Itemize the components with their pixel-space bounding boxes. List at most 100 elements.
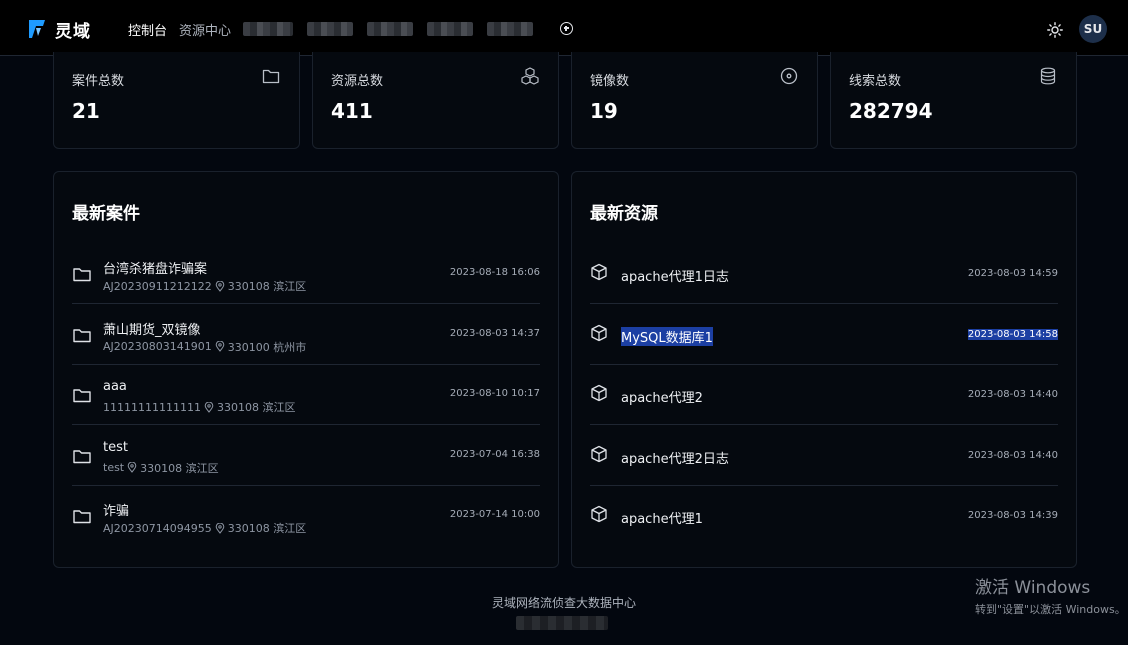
case-id: AJ20230803141901	[103, 340, 212, 353]
stat-label: 镜像数	[590, 74, 630, 89]
case-id: 11111111111111	[103, 400, 201, 414]
resource-time: 2023-08-03 14:40	[967, 449, 1058, 461]
case-id: AJ20230714094955	[103, 521, 212, 535]
case-name: 诈骗	[103, 504, 130, 519]
cube-icon	[591, 324, 607, 341]
resource-row[interactable]: apache代理1 2023-08-03 14:39	[590, 486, 1058, 546]
watermark-subtitle: 转到"设置"以激活 Windows。	[975, 603, 1126, 616]
resource-time: 2023-08-03 14:58	[967, 328, 1058, 340]
case-name: 萧山期货_双镜像	[103, 322, 201, 338]
resource-name: apache代理1	[621, 512, 703, 527]
top-bar: 灵域 控制台 资源中心 SU	[0, 0, 1128, 56]
case-id: AJ20230911212122	[103, 279, 212, 293]
case-time: 2023-08-10 10:17	[449, 388, 540, 399]
database-icon	[1040, 67, 1056, 85]
footer-redacted	[516, 616, 608, 630]
cube-icon	[591, 263, 607, 281]
nav-dashboard[interactable]: 控制台	[128, 20, 167, 39]
case-row[interactable]: 台湾杀猪盘诈骗案 AJ20230911212122 330108 滨江区 2023…	[72, 244, 540, 304]
resource-name: apache代理1日志	[621, 270, 729, 285]
watermark-title: 激活 Windows	[975, 578, 1091, 598]
resource-name: MySQL数据库1	[621, 326, 713, 346]
location-icon	[215, 341, 225, 352]
stat-value: 411	[331, 99, 373, 123]
app-name: 灵域	[55, 21, 91, 42]
stat-card-clues: 线索总数 282794	[830, 52, 1077, 149]
folder-icon	[73, 268, 91, 282]
location-icon	[127, 462, 137, 473]
avatar[interactable]: SU	[1079, 15, 1107, 43]
main-nav: 控制台 资源中心	[128, 19, 547, 39]
brand[interactable]: 灵域	[27, 17, 91, 42]
case-row[interactable]: 萧山期货_双镜像 AJ20230803141901 330100 杭州市 2023…	[72, 305, 540, 365]
location-icon	[204, 401, 214, 413]
stat-value: 19	[590, 99, 618, 123]
nav-resources[interactable]: 资源中心	[179, 20, 231, 39]
stat-value: 282794	[849, 99, 933, 123]
cube-icon	[591, 384, 607, 402]
case-name: 台湾杀猪盘诈骗案	[103, 262, 208, 277]
location-icon	[215, 280, 225, 292]
stat-label: 案件总数	[72, 74, 125, 89]
stat-label: 资源总数	[331, 74, 384, 89]
resource-time: 2023-08-03 14:40	[967, 389, 1058, 400]
panel-title: 最新案件	[72, 204, 140, 224]
folder-icon	[262, 69, 280, 84]
resource-row[interactable]: apache代理2日志 2023-08-03 14:40	[590, 426, 1058, 486]
logo-icon	[29, 20, 45, 38]
case-meta: AJ20230911212122 330108 滨江区	[103, 278, 306, 294]
case-region: 330108 滨江区	[216, 401, 296, 414]
nav-item-redacted[interactable]	[307, 22, 354, 36]
folder-icon	[73, 449, 91, 463]
folder-icon	[73, 510, 91, 524]
resource-time: 2023-08-03 14:39	[967, 510, 1058, 521]
latest-resources-panel: 最新资源 apache代理1日志 2023-08-03 14:59 MySQL数…	[571, 171, 1077, 568]
cube-icon	[591, 445, 607, 462]
case-meta: AJ20230714094955 330108 滨江区	[103, 520, 306, 536]
disc-icon	[780, 67, 798, 85]
nav-item-redacted[interactable]	[487, 22, 534, 36]
stat-label: 线索总数	[849, 74, 902, 89]
case-region: 330108 滨江区	[140, 461, 219, 475]
case-region: 330108 滨江区	[227, 280, 307, 293]
case-meta: test 330108 滨江区	[103, 460, 219, 476]
case-row[interactable]: test test 330108 滨江区 2023-07-04 16:38	[72, 426, 540, 486]
folder-icon	[73, 389, 91, 403]
case-time: 2023-08-18 16:06	[449, 267, 540, 278]
nav-item-redacted[interactable]	[367, 22, 414, 36]
nav-item-redacted[interactable]	[243, 22, 294, 36]
case-row[interactable]: 诈骗 AJ20230714094955 330108 滨江区 2023-07-14…	[72, 486, 540, 546]
cubes-icon	[521, 67, 539, 85]
folder-icon	[73, 328, 91, 342]
latest-cases-panel: 最新案件 台湾杀猪盘诈骗案 AJ20230911212122 330108 滨江区…	[53, 171, 559, 568]
resource-row[interactable]: apache代理2 2023-08-03 14:40	[590, 365, 1058, 425]
case-time: 2023-07-04 16:38	[449, 448, 540, 460]
footer-text: 灵域网络流侦查大数据中心	[491, 596, 636, 610]
case-id: test	[103, 461, 125, 474]
resource-time: 2023-08-03 14:59	[967, 268, 1058, 279]
case-meta: AJ20230803141901 330100 杭州市	[103, 339, 306, 355]
location-icon	[215, 522, 225, 534]
sun-icon[interactable]	[1047, 22, 1063, 38]
case-region: 330108 滨江区	[227, 522, 307, 535]
resource-name: apache代理2日志	[621, 451, 729, 467]
stat-value: 21	[72, 99, 100, 123]
stat-card-resources: 资源总数 411	[312, 52, 559, 149]
case-region: 330100 杭州市	[227, 340, 307, 354]
resource-name: apache代理2	[621, 391, 703, 406]
case-name: aaa	[103, 379, 127, 394]
case-row[interactable]: aaa 11111111111111 330108 滨江区 2023-08-10 …	[72, 365, 540, 425]
case-name: test	[103, 439, 128, 455]
nav-item-redacted[interactable]	[427, 22, 474, 36]
stat-card-cases: 案件总数 21	[53, 52, 300, 149]
resource-row[interactable]: apache代理1日志 2023-08-03 14:59	[590, 244, 1058, 304]
windows-activation-watermark: 激活 Windows 转到"设置"以激活 Windows。	[975, 573, 1126, 617]
panel-title: 最新资源	[590, 204, 658, 224]
plus-circle-icon[interactable]	[560, 22, 573, 35]
case-meta: 11111111111111 330108 滨江区	[103, 399, 295, 415]
resource-row[interactable]: MySQL数据库1 2023-08-03 14:58	[590, 305, 1058, 365]
stat-card-images: 镜像数 19	[571, 52, 818, 149]
case-time: 2023-08-03 14:37	[449, 327, 540, 339]
cube-icon	[591, 505, 607, 523]
case-time: 2023-07-14 10:00	[449, 509, 540, 520]
